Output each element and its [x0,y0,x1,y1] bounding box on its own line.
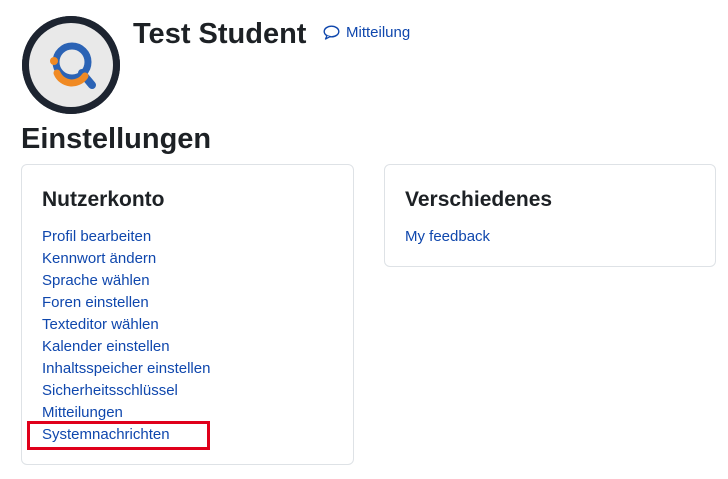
list-item: My feedback [405,226,490,248]
link-calendar-settings[interactable]: Kalender einstellen [42,338,170,355]
link-system-notifications[interactable]: Systemnachrichten [42,426,170,443]
link-my-feedback[interactable]: My feedback [405,228,490,245]
user-avatar [22,16,120,114]
list-item: Sicherheitsschlüssel [42,380,210,402]
message-link[interactable]: Mitteilung [323,24,410,41]
list-item: Foren einstellen [42,292,210,314]
link-text-editor[interactable]: Texteditor wählen [42,316,159,333]
list-item: Systemnachrichten [42,424,210,446]
list-item: Kennwort ändern [42,248,210,270]
search-logo-icon [22,16,120,114]
misc-card: Verschiedenes My feedback [384,164,716,267]
list-item: Inhaltsspeicher einstellen [42,358,210,380]
misc-link-list: My feedback [405,226,490,248]
speech-bubble-icon [323,25,340,40]
link-change-password[interactable]: Kennwort ändern [42,250,156,267]
account-card: Nutzerkonto Profil bearbeiten Kennwort ä… [21,164,354,465]
account-link-list: Profil bearbeiten Kennwort ändern Sprach… [42,226,210,446]
link-content-bank[interactable]: Inhaltsspeicher einstellen [42,360,210,377]
list-item: Sprache wählen [42,270,210,292]
link-security-keys[interactable]: Sicherheitsschlüssel [42,382,178,399]
list-item: Mitteilungen [42,402,210,424]
link-messages[interactable]: Mitteilungen [42,404,123,421]
link-edit-profile[interactable]: Profil bearbeiten [42,228,151,245]
list-item: Texteditor wählen [42,314,210,336]
link-language[interactable]: Sprache wählen [42,272,150,289]
page-title: Einstellungen [21,123,212,155]
link-forum-settings[interactable]: Foren einstellen [42,294,149,311]
list-item: Profil bearbeiten [42,226,210,248]
account-card-title: Nutzerkonto [42,188,165,211]
list-item: Kalender einstellen [42,336,210,358]
misc-card-title: Verschiedenes [405,188,553,211]
user-name: Test Student [133,18,307,50]
message-label: Mitteilung [346,24,411,41]
